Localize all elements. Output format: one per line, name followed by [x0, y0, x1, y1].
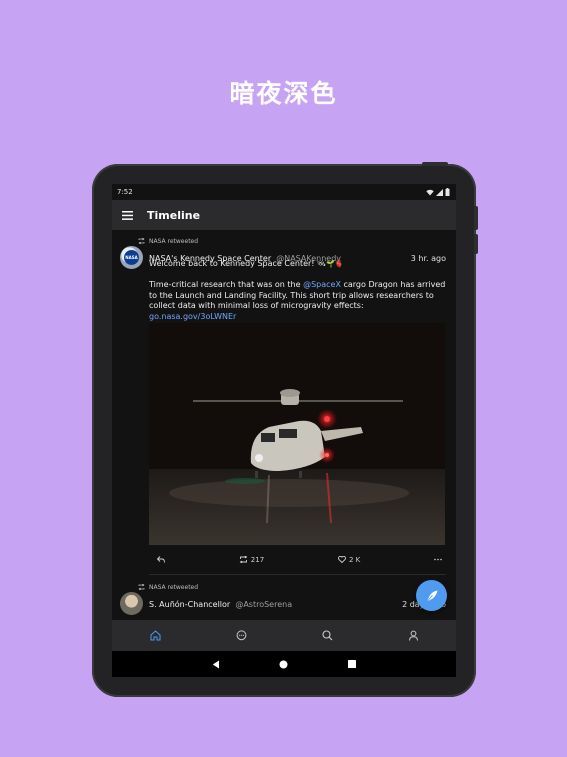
wifi-icon — [426, 189, 434, 195]
post-text-intro: Time-critical research that was on the — [149, 280, 304, 289]
author-handle[interactable]: @AstroSerena — [235, 600, 292, 609]
bottom-navigation — [112, 620, 456, 651]
avatar[interactable]: NASA — [120, 246, 143, 269]
retweet-label: NASA retweeted — [149, 583, 199, 591]
nav-search[interactable] — [307, 620, 347, 651]
nav-messages[interactable] — [221, 620, 261, 651]
more-horizontal-icon — [434, 558, 442, 561]
post-time: 3 hr. ago — [410, 254, 446, 263]
status-bar: 7:52 — [112, 184, 456, 200]
home-icon — [150, 630, 160, 641]
post-text: Welcome back to Kennedy Space Center! 🛰🌱… — [149, 259, 446, 322]
system-navigation-bar — [112, 651, 456, 677]
more-button[interactable] — [434, 558, 442, 561]
timeline-feed[interactable]: NASA retweeted NASA NASA's Kennedy Space… — [112, 230, 456, 620]
status-time: 7:52 — [117, 188, 133, 196]
profile-icon — [408, 630, 418, 641]
volume-down-button — [474, 234, 478, 254]
reply-icon — [157, 556, 165, 563]
reply-button[interactable] — [157, 556, 165, 563]
back-icon[interactable] — [212, 660, 220, 669]
retweet-small-icon — [138, 584, 145, 590]
post-media-image[interactable] — [149, 323, 445, 545]
search-icon — [321, 630, 332, 641]
compose-quill-icon — [426, 590, 437, 602]
like-count: 2 K — [348, 555, 361, 564]
retweet-count: 217 — [250, 555, 265, 564]
signal-icon — [436, 188, 443, 196]
retweet-small-icon — [138, 238, 145, 244]
home-circle-icon[interactable] — [279, 660, 288, 669]
timeline-post[interactable]: NASA retweeted S. Auñón-Chancellor @Astr… — [112, 575, 456, 615]
retweet-button[interactable]: 217 — [239, 556, 264, 564]
mention-link[interactable]: @SpaceX — [303, 280, 341, 289]
nav-home[interactable] — [135, 620, 175, 651]
status-icons — [426, 188, 450, 196]
post-text-line1: Welcome back to Kennedy Space Center! — [149, 259, 315, 268]
device-screen: 7:52 Timeline NASA retweeted NASA NASA's… — [112, 184, 456, 677]
author-name[interactable]: S. Auñón-Chancellor — [149, 600, 230, 609]
app-bar: Timeline — [112, 200, 456, 230]
power-button — [422, 162, 448, 166]
hamburger-menu-icon[interactable] — [122, 210, 133, 220]
retweet-indicator: NASA retweeted — [138, 236, 446, 246]
avatar[interactable] — [120, 592, 143, 615]
post-emoji: 🛰🌱🫀 — [317, 260, 344, 268]
nasa-logo-icon: NASA — [124, 250, 139, 265]
heart-icon — [337, 556, 346, 563]
recents-icon[interactable] — [348, 660, 357, 668]
timeline-post[interactable]: NASA retweeted NASA NASA's Kennedy Space… — [112, 230, 456, 575]
retweet-icon — [239, 556, 248, 563]
helicopter-night-illustration — [149, 323, 445, 545]
like-button[interactable]: 2 K — [337, 555, 361, 564]
url-link[interactable]: go.nasa.gov/3oLWNEr — [149, 312, 236, 321]
battery-icon — [445, 188, 450, 196]
headline: 暗夜深色 — [229, 79, 338, 108]
retweet-label: NASA retweeted — [149, 237, 199, 245]
compose-fab-button[interactable] — [416, 580, 447, 611]
page-title: Timeline — [147, 208, 201, 222]
post-actions: 217 2 K — [149, 545, 446, 575]
retweet-indicator: NASA retweeted — [138, 582, 446, 592]
messages-icon — [236, 630, 246, 641]
nav-profile[interactable] — [393, 620, 433, 651]
volume-up-button — [474, 206, 478, 230]
